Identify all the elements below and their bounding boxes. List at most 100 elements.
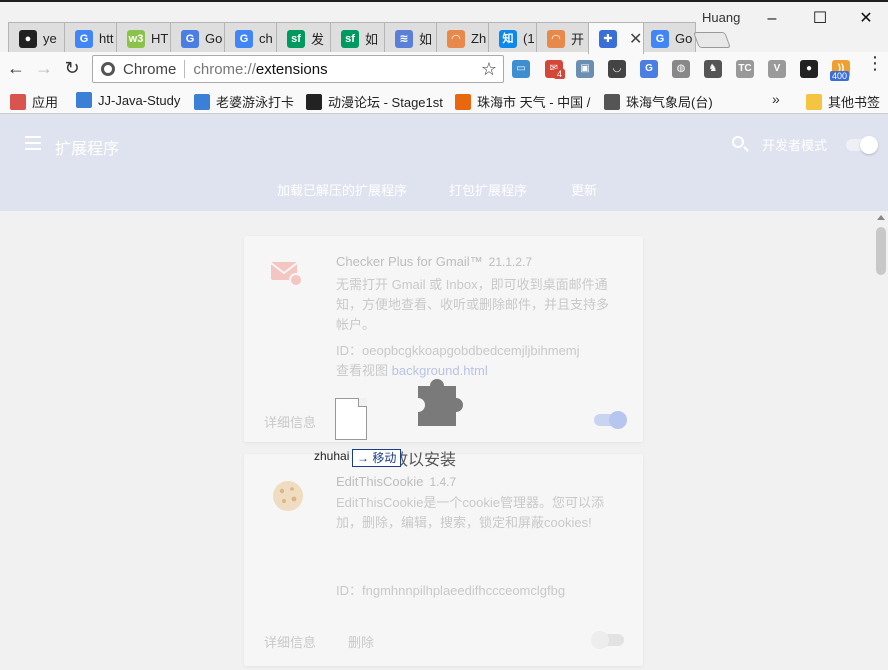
browser-tab[interactable]: 知 (1	[488, 22, 540, 54]
extension-version: 1.4.7	[429, 475, 457, 489]
extension-id: ID：fngmhnnpilhplaeedifhccceomclgfbg	[336, 583, 566, 598]
tab-title: Zh	[471, 31, 487, 46]
translate-icon[interactable]: G	[640, 60, 658, 78]
zhihu-icon: 知	[499, 29, 517, 48]
google-icon: G	[235, 29, 253, 48]
page-scrollbar[interactable]	[874, 211, 888, 670]
bookmark-item[interactable]: JJ-Java-Study	[76, 92, 180, 108]
load-unpacked-button[interactable]: 加载已解压的扩展程序	[277, 180, 407, 199]
extension-name: Checker Plus for Gmail™ 21.1.2.7	[336, 254, 533, 269]
tab-title: ye	[43, 31, 57, 46]
scroll-up-arrow-icon[interactable]	[877, 215, 885, 220]
bookmark-item[interactable]: 应用	[10, 92, 58, 111]
tab-title: 发	[311, 32, 325, 47]
extension-enable-toggle[interactable]	[591, 631, 624, 649]
rss-count-badge: 400	[830, 71, 850, 81]
bookmark-item[interactable]: 老婆游泳打卡	[194, 92, 294, 111]
apps-icon	[10, 93, 26, 110]
browser-toolbar: ← → ↻ Chrome chrome://extensions ☆ ▭✉▣◡G…	[0, 52, 888, 86]
tc-icon[interactable]: TC	[736, 60, 754, 78]
bookmark-label: 动漫论坛 - Stage1st	[328, 95, 443, 110]
bookmark-item[interactable]: 珠海气象局(台)	[604, 92, 713, 111]
browser-tab[interactable]: ≋ 如	[384, 22, 440, 54]
segmentfault-icon: sf	[341, 29, 359, 48]
new-tab-button[interactable]	[693, 32, 731, 48]
menu-dots-icon: ⋮	[866, 53, 884, 73]
hamburger-menu-icon[interactable]	[25, 136, 41, 154]
bookmark-star-icon[interactable]: ☆	[481, 59, 497, 80]
w3-icon: w3	[127, 29, 145, 48]
bookmark-label: JJ-Java-Study	[98, 92, 181, 108]
cookie-icon[interactable]: ◍	[672, 60, 690, 78]
tab-title: 如	[419, 32, 433, 47]
github-icon[interactable]: ●	[800, 60, 818, 78]
browser-tab[interactable]: ◠ Zh	[436, 22, 492, 54]
mail-count-badge: 4	[554, 69, 566, 79]
tab-title: (1	[523, 31, 535, 46]
browser-tab[interactable]: sf 发	[276, 22, 334, 54]
browser-tab[interactable]: G Go	[640, 22, 696, 54]
folder-icon	[806, 93, 822, 110]
photo-icon	[604, 93, 620, 110]
search-icon[interactable]	[732, 136, 744, 148]
github-icon: ●	[19, 29, 37, 48]
reload-button[interactable]: ↻	[58, 58, 86, 79]
image-icon[interactable]: ▣	[576, 60, 594, 78]
browser-tab[interactable]: ● ye	[8, 22, 66, 54]
extension-enable-toggle[interactable]	[594, 411, 627, 429]
bookmarks-overflow-button[interactable]: »	[772, 91, 780, 107]
tab-title: 开	[571, 32, 585, 47]
chrome-menu-button[interactable]: ⋮	[866, 54, 884, 72]
cookie-icon	[273, 481, 303, 511]
dragged-file-name: zhuhai	[314, 449, 350, 463]
close-tab-icon[interactable]: ✕	[629, 29, 642, 49]
evernote-icon[interactable]: ♞	[704, 60, 722, 78]
google-icon: G	[651, 29, 669, 48]
browser-tab[interactable]: ◠ 开	[536, 22, 592, 54]
bookmark-label: 珠海气象局(台)	[626, 95, 713, 110]
details-button[interactable]: 详细信息	[264, 632, 316, 651]
bookmark-item[interactable]: 珠海市 天气 - 中国 /	[455, 92, 590, 111]
layers-icon: ≋	[395, 29, 413, 48]
browser-tab[interactable]: sf 如	[330, 22, 388, 54]
developer-mode-toggle[interactable]	[846, 136, 878, 154]
bookmark-item[interactable]: 其他书签	[806, 92, 880, 111]
pack-extension-button[interactable]: 打包扩展程序	[449, 180, 527, 199]
puzzle-piece-icon	[418, 379, 463, 426]
bookmark-item[interactable]: 动漫论坛 - Stage1st	[306, 92, 443, 111]
back-button[interactable]: ←	[2, 58, 30, 79]
extensions-header: 扩展程序 开发者模式 加载已解压的扩展程序 打包扩展程序 更新	[0, 114, 888, 211]
browser-tab[interactable]: Gch	[224, 22, 280, 54]
browser-tab[interactable]: G Go	[170, 22, 228, 54]
vue-icon[interactable]: V	[768, 60, 786, 78]
profile-name[interactable]: Huang	[702, 10, 740, 25]
browser-tab[interactable]: w3 HT	[116, 22, 174, 54]
bookmark-label: 老婆游泳打卡	[216, 95, 295, 110]
bookmark-label: 其他书签	[828, 95, 881, 110]
update-button[interactable]: 更新	[571, 180, 597, 199]
window-icon[interactable]: ▭	[512, 60, 530, 78]
forward-button[interactable]: →	[30, 58, 58, 79]
url-text[interactable]: chrome://extensions	[193, 61, 327, 78]
maximize-button[interactable]: ☐	[800, 6, 840, 32]
gmail-checker-icon	[270, 262, 303, 287]
browser-tab[interactable]: Ghtt	[64, 22, 120, 54]
extension-id: ID：oeopbcgkkoapgobdbedcemjljbihmemj	[336, 343, 580, 358]
tab-strip: ● ye Ghtt w3 HT G Go Gch sf 发 sf 如 ≋ 如 ◠ Zh 知 (1 ◠ 开 ✚ ✕ G Go H…	[0, 0, 888, 54]
extension-version: 21.1.2.7	[488, 255, 533, 269]
address-bar[interactable]: Chrome chrome://extensions ☆	[92, 55, 504, 83]
details-button[interactable]: 详细信息	[264, 412, 316, 431]
developer-mode-label: 开发者模式	[762, 138, 828, 153]
close-window-button[interactable]: ✕	[846, 6, 886, 32]
pocket-icon[interactable]: ◡	[608, 60, 626, 78]
minimize-button[interactable]: –	[752, 6, 792, 32]
scrollbar-thumb[interactable]	[876, 227, 886, 275]
rainbow-icon: ◠	[447, 29, 465, 48]
tab-title: htt	[99, 31, 114, 46]
tab-title: 如	[365, 32, 379, 47]
remove-button[interactable]: 删除	[348, 632, 374, 651]
bookmark-label: 应用	[32, 95, 59, 110]
segmentfault-icon: sf	[287, 29, 305, 48]
browser-tab[interactable]: ✚ ✕	[588, 22, 644, 54]
tab-title: Go	[205, 31, 223, 46]
